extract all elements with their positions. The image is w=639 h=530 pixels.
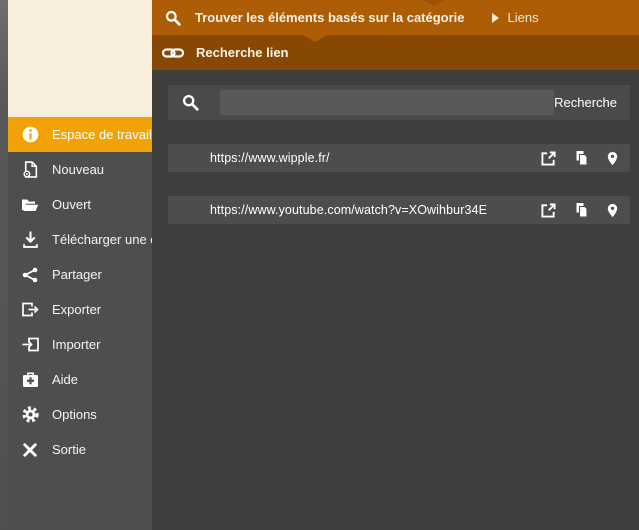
search-panel: Recherche — [168, 85, 630, 120]
sidebar-item-label: Exporter — [52, 302, 102, 317]
link-row: https://www.wipple.fr/ — [168, 144, 630, 172]
link-icon — [162, 47, 184, 59]
content-area: Recherche https://www.wipple.fr/ https:/… — [152, 70, 639, 530]
search-input[interactable] — [220, 90, 555, 115]
link-row-actions — [540, 202, 620, 218]
open-external-icon[interactable] — [540, 150, 556, 166]
map-pin-icon[interactable] — [604, 202, 620, 218]
category-header-bar: Trouver les éléments basés sur la catégo… — [152, 0, 639, 35]
search-icon — [182, 94, 199, 111]
map-pin-icon[interactable] — [604, 150, 620, 166]
sidebar-item-nouveau[interactable]: Nouveau — [8, 152, 152, 187]
sidebar-item-exporter[interactable]: Exporter — [8, 292, 152, 327]
share-icon — [21, 266, 39, 284]
sidebar-item-label: Aide — [52, 372, 79, 387]
sidebar-cream-panel — [8, 0, 152, 117]
page-title: Trouver les éléments basés sur la catégo… — [195, 10, 465, 25]
sidebar-item-sortie[interactable]: Sortie — [8, 432, 152, 467]
sidebar-item-label: Importer — [52, 337, 101, 352]
link-url[interactable]: https://www.wipple.fr/ — [210, 151, 330, 165]
gear-icon — [21, 406, 39, 424]
import-icon — [21, 336, 39, 354]
sidebar-item-label: Partager — [52, 267, 102, 282]
sidebar-item-importer[interactable]: Importer — [8, 327, 152, 362]
sidebar-item-telecharger-une-copie[interactable]: Télécharger une copie — [8, 222, 152, 257]
search-button[interactable]: Recherche — [554, 95, 617, 110]
link-row: https://www.youtube.com/watch?v=XOwihbur… — [168, 196, 630, 224]
copy-icon[interactable] — [572, 202, 588, 218]
open-external-icon[interactable] — [540, 202, 556, 218]
sidebar-item-partager[interactable]: Partager — [8, 257, 152, 292]
sidebar-item-label: Sortie — [52, 442, 86, 457]
sidebar: Espace de travail Nouveau Ouvert Télécha… — [8, 0, 152, 530]
export-icon — [21, 301, 39, 319]
copy-icon[interactable] — [572, 150, 588, 166]
subheader-title: Recherche lien — [196, 45, 289, 60]
sidebar-item-label: Espace de travail — [52, 127, 152, 142]
link-search-header-bar: Recherche lien — [152, 35, 639, 70]
caret-down-orange — [303, 35, 327, 42]
sidebar-item-label: Nouveau — [52, 162, 105, 177]
open-folder-icon — [21, 196, 39, 214]
sidebar-item-ouvert[interactable]: Ouvert — [8, 187, 152, 222]
left-edge-strip — [0, 0, 8, 530]
search-icon — [165, 10, 181, 26]
chevron-right-icon — [491, 12, 499, 23]
sidebar-item-aide[interactable]: Aide — [8, 362, 152, 397]
new-document-icon — [21, 161, 39, 179]
sidebar-item-espace-de-travail[interactable]: Espace de travail — [8, 117, 152, 152]
sidebar-item-label: Ouvert — [52, 197, 92, 212]
link-row-actions — [540, 150, 620, 166]
download-icon — [21, 231, 39, 249]
sidebar-item-options[interactable]: Options — [8, 397, 152, 432]
first-aid-icon — [21, 371, 39, 389]
sidebar-item-label: Télécharger une copie — [52, 232, 152, 247]
close-icon — [21, 441, 39, 459]
info-icon — [21, 126, 39, 144]
link-url[interactable]: https://www.youtube.com/watch?v=XOwihbur… — [210, 203, 487, 217]
breadcrumb[interactable]: Liens — [491, 10, 539, 25]
app-window: Espace de travail Nouveau Ouvert Télécha… — [0, 0, 639, 530]
caret-up-indicator — [423, 0, 445, 6]
breadcrumb-label: Liens — [507, 10, 539, 25]
sidebar-menu: Espace de travail Nouveau Ouvert Télécha… — [8, 117, 152, 467]
sidebar-item-label: Options — [52, 407, 97, 422]
